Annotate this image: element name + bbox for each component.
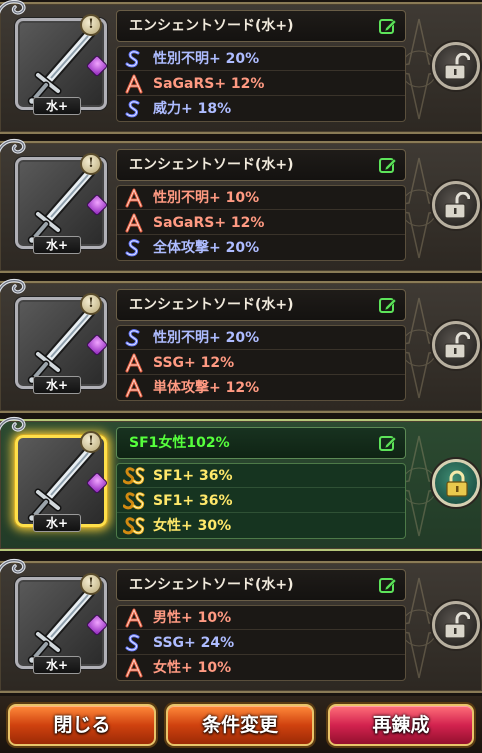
skill-row: SF1+ 36% <box>117 489 405 513</box>
skill-row: SSG+ 12% <box>117 351 405 375</box>
rank-a-icon <box>125 378 143 398</box>
rank-a-icon <box>125 74 143 94</box>
rank-ss-icon <box>123 492 145 510</box>
weapon-name: SF1女性102% <box>129 435 230 451</box>
frame-swirl-icon <box>0 278 26 294</box>
weapon-name: エンシェントソード(水+) <box>129 18 294 34</box>
lock-button[interactable] <box>432 601 480 649</box>
weapon-name-box[interactable]: エンシェントソード(水+) <box>116 569 406 601</box>
weapon-name-box[interactable]: エンシェントソード(水+) <box>116 149 406 181</box>
weapon-card[interactable]: ! 水+ エンシェントソード(水+) 性別不明+ 20% SaGaRS+ 12% 威力+ … <box>0 0 482 134</box>
element-label: 水+ <box>33 236 81 254</box>
element-label: 水+ <box>33 656 81 674</box>
skill-text: 威力+ 18% <box>153 101 232 117</box>
weapon-name-box[interactable]: エンシェントソード(水+) <box>116 10 406 42</box>
lock-open-icon <box>444 53 470 80</box>
skill-row: 女性+ 30% <box>117 514 405 538</box>
skill-text: SSG+ 12% <box>153 355 235 371</box>
lock-button[interactable] <box>432 459 480 507</box>
rank-ss-icon <box>123 467 145 485</box>
element-label: 水+ <box>33 514 81 532</box>
rank-a-icon <box>125 213 143 233</box>
element-label: 水+ <box>33 376 81 394</box>
skill-row: 性別不明+ 20% <box>117 47 405 71</box>
skill-text: 女性+ 10% <box>153 660 232 676</box>
skill-row: 性別不明+ 10% <box>117 186 405 210</box>
frame-swirl-icon <box>0 416 26 432</box>
skill-row: SaGaRS+ 12% <box>117 211 405 235</box>
edit-name-icon[interactable] <box>379 576 397 594</box>
rank-a-icon <box>125 353 143 373</box>
rank-s-icon <box>125 50 140 68</box>
skill-list: 性別不明+ 10% SaGaRS+ 12% 全体攻撃+ 20% <box>116 185 406 261</box>
skill-row: 女性+ 10% <box>117 656 405 680</box>
weapon-card[interactable]: ! 水+ SF1女性102% SF1+ 36% SF1+ 36% 女性+ 30% <box>0 416 482 551</box>
rank-a-icon <box>125 658 143 678</box>
rank-a-icon <box>125 188 143 208</box>
alert-icon: ! <box>80 14 102 36</box>
skill-row: 全体攻撃+ 20% <box>117 236 405 260</box>
skill-text: SaGaRS+ 12% <box>153 215 265 231</box>
rank-s-icon <box>125 239 140 257</box>
skill-row: 男性+ 10% <box>117 606 405 630</box>
skill-list: 男性+ 10% SSG+ 24% 女性+ 10% <box>116 605 406 681</box>
alert-icon: ! <box>80 153 102 175</box>
skill-text: SaGaRS+ 12% <box>153 76 265 92</box>
weapon-name: エンシェントソード(水+) <box>129 157 294 173</box>
weapon-name-box[interactable]: エンシェントソード(水+) <box>116 289 406 321</box>
skill-row: 威力+ 18% <box>117 97 405 121</box>
skill-text: 女性+ 30% <box>153 518 232 534</box>
weapon-card[interactable]: ! 水+ エンシェントソード(水+) 男性+ 10% SSG+ 24% 女性+ 10% <box>0 558 482 693</box>
rank-a-icon <box>125 608 143 628</box>
rank-s-icon <box>125 100 140 118</box>
skill-row: SaGaRS+ 12% <box>117 72 405 96</box>
skill-text: SSG+ 24% <box>153 635 235 651</box>
weapon-name: エンシェントソード(水+) <box>129 577 294 593</box>
lock-button[interactable] <box>432 42 480 90</box>
lock-button[interactable] <box>432 181 480 229</box>
skill-list: SF1+ 36% SF1+ 36% 女性+ 30% <box>116 463 406 539</box>
edit-name-icon[interactable] <box>379 296 397 314</box>
skill-text: 男性+ 10% <box>153 610 232 626</box>
bottom-bar: 閉じる 条件変更 再錬成 <box>0 696 482 753</box>
alert-icon: ! <box>80 431 102 453</box>
reforge-button[interactable]: 再錬成 <box>328 704 474 746</box>
frame-swirl-icon <box>0 0 26 15</box>
skill-list: 性別不明+ 20% SaGaRS+ 12% 威力+ 18% <box>116 46 406 122</box>
skill-text: 性別不明+ 10% <box>153 190 260 206</box>
skill-row: 性別不明+ 20% <box>117 326 405 350</box>
skill-text: SF1+ 36% <box>153 493 233 509</box>
weapon-name-box[interactable]: SF1女性102% <box>116 427 406 459</box>
edit-name-icon[interactable] <box>379 434 397 452</box>
weapon-card[interactable]: ! 水+ エンシェントソード(水+) 性別不明+ 20% SSG+ 12% 単体攻撃+ 1… <box>0 278 482 413</box>
element-label: 水+ <box>33 97 81 115</box>
alert-icon: ! <box>80 573 102 595</box>
rank-s-icon <box>125 329 140 347</box>
lock-open-icon <box>444 332 470 359</box>
rank-ss-icon <box>123 517 145 535</box>
lock-open-icon <box>444 192 470 219</box>
skill-text: 性別不明+ 20% <box>153 330 260 346</box>
lock-closed-icon <box>446 470 468 497</box>
edit-name-icon[interactable] <box>379 17 397 35</box>
skill-row: 単体攻撃+ 12% <box>117 376 405 400</box>
skill-text: 全体攻撃+ 20% <box>153 240 260 256</box>
lock-button[interactable] <box>432 321 480 369</box>
close-button[interactable]: 閉じる <box>8 704 156 746</box>
skill-text: 単体攻撃+ 12% <box>153 380 260 396</box>
alert-icon: ! <box>80 293 102 315</box>
skill-list: 性別不明+ 20% SSG+ 12% 単体攻撃+ 12% <box>116 325 406 401</box>
change-conditions-button[interactable]: 条件変更 <box>166 704 314 746</box>
skill-text: 性別不明+ 20% <box>153 51 260 67</box>
weapon-card[interactable]: ! 水+ エンシェントソード(水+) 性別不明+ 10% SaGaRS+ 12% 全体攻撃… <box>0 138 482 273</box>
edit-name-icon[interactable] <box>379 156 397 174</box>
frame-swirl-icon <box>0 558 26 574</box>
skill-text: SF1+ 36% <box>153 468 233 484</box>
rank-s-icon <box>125 634 140 652</box>
frame-swirl-icon <box>0 138 26 154</box>
skill-row: SSG+ 24% <box>117 631 405 655</box>
lock-open-icon <box>444 612 470 639</box>
skill-row: SF1+ 36% <box>117 464 405 488</box>
weapon-name: エンシェントソード(水+) <box>129 297 294 313</box>
